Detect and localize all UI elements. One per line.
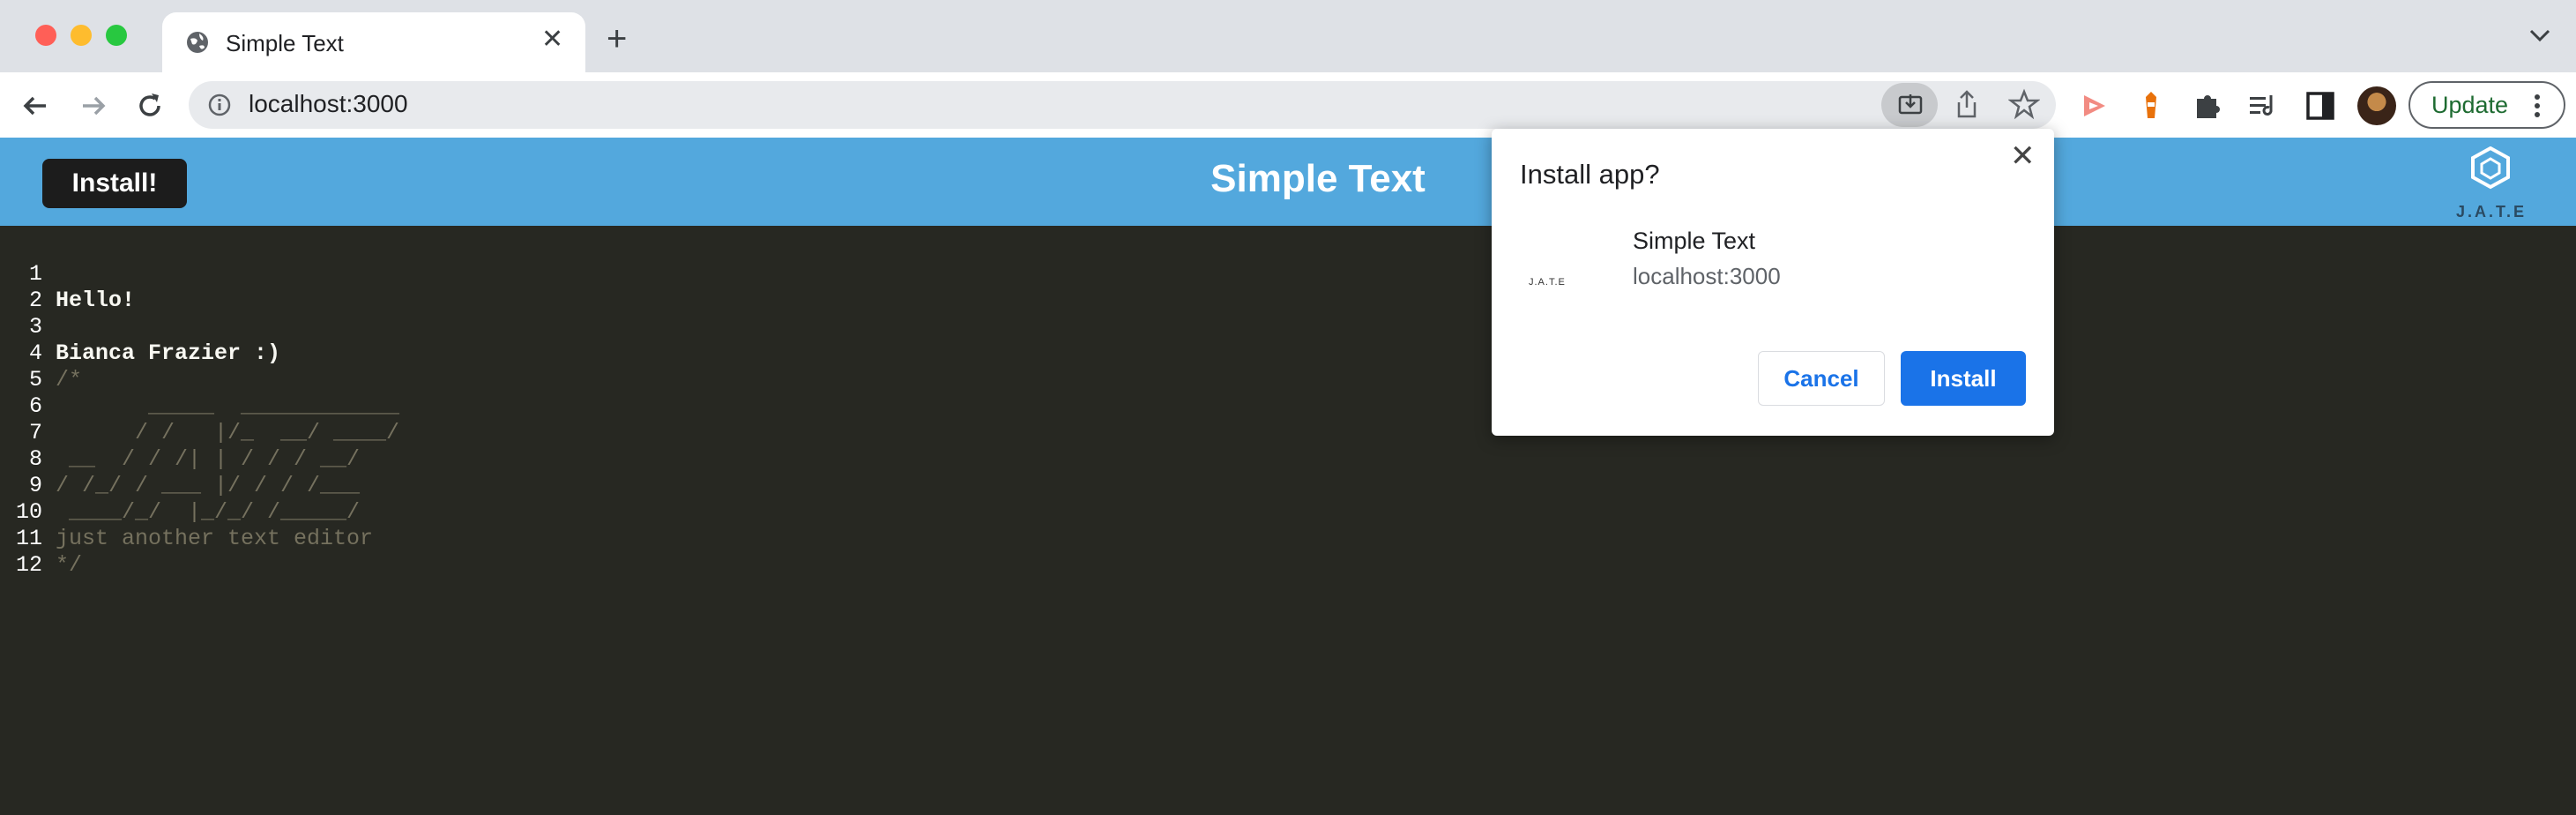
extension-play-icon[interactable] <box>2077 88 2112 123</box>
line-text[interactable]: ____/_/ |_/_/ /_____/ <box>56 499 360 526</box>
editor-line: 6 / / |/_ __/ ____/ <box>0 367 399 445</box>
cancel-button[interactable]: Cancel <box>1758 351 1885 406</box>
line-text[interactable]: Bianca Frazier :) <box>56 340 280 367</box>
line-number: 12 <box>15 552 42 578</box>
url-text[interactable]: localhost:3000 <box>249 90 408 118</box>
browser-tab[interactable]: Simple Text ✕ <box>162 12 585 74</box>
editor-line: 8 / /_/ / ___ |/ / / /___ <box>0 420 360 498</box>
back-arrow-icon[interactable] <box>18 88 53 123</box>
tab-title: Simple Text <box>226 30 344 56</box>
install-app-omnibox-button[interactable] <box>1881 83 1938 127</box>
line-text[interactable]: /* <box>56 367 82 393</box>
window-maximize-button[interactable] <box>106 25 127 46</box>
install-app-dialog: Install app? ✕ J.A.T.E Simple Text local… <box>1492 129 2054 436</box>
line-text[interactable]: _____ ____________ <box>56 393 399 420</box>
extension-lighthouse-icon[interactable] <box>2133 88 2169 123</box>
line-text[interactable]: just another text editor <box>56 526 373 552</box>
editor-line: 5 _____ ____________ <box>0 340 399 419</box>
window-minimize-button[interactable] <box>71 25 92 46</box>
editor-line: 4 /* <box>0 314 82 393</box>
address-bar[interactable] <box>189 81 2056 129</box>
site-info-icon[interactable] <box>206 92 233 118</box>
globe-icon <box>187 32 208 53</box>
editor-line: 10 just another text editor <box>0 473 373 551</box>
editor-line: 7 __ / / /| | / / / __/ <box>0 393 360 472</box>
bookmark-star-icon[interactable] <box>2008 88 2040 120</box>
new-tab-icon[interactable]: + <box>607 21 627 56</box>
share-icon[interactable] <box>1954 88 1980 120</box>
editor-line: 11 */ <box>0 499 82 578</box>
update-button[interactable]: Update <box>2408 81 2565 129</box>
editor-line: 2 <box>0 261 53 313</box>
forward-arrow-icon[interactable] <box>76 88 111 123</box>
page-title: Simple Text <box>1210 157 1426 200</box>
tab-close-icon[interactable]: ✕ <box>541 26 563 53</box>
media-queue-icon[interactable] <box>2246 88 2282 123</box>
dialog-app-origin: localhost:3000 <box>1633 263 1781 289</box>
install-app-icon <box>1898 94 1923 115</box>
line-text[interactable]: / / |/_ __/ ____/ <box>56 420 399 446</box>
logo-text: J.A.T.E <box>2456 203 2528 221</box>
app-icon: J.A.T.E <box>1529 277 1566 288</box>
update-button-label: Update <box>2431 92 2509 118</box>
editor-line: 9 ____/_/ |_/_/ /_____/ <box>0 446 360 525</box>
jate-logo-icon <box>2471 146 2510 190</box>
profile-avatar[interactable] <box>2357 86 2396 125</box>
line-text[interactable]: / /_/ / ___ |/ / / /___ <box>56 473 360 499</box>
editor-line: 1 Hello! <box>0 235 135 313</box>
dialog-title: Install app? <box>1520 159 1660 190</box>
dialog-install-button[interactable]: Install <box>1901 351 2026 406</box>
close-icon[interactable]: ✕ <box>2010 141 2036 171</box>
extensions-puzzle-icon[interactable] <box>2190 88 2225 123</box>
chevron-down-icon[interactable] <box>2528 26 2551 44</box>
jate-logo: J.A.T.E <box>2442 146 2539 221</box>
more-vert-icon <box>2535 94 2540 117</box>
line-text[interactable]: */ <box>56 552 82 579</box>
editor-line: 3 Bianca Frazier :) <box>0 288 280 366</box>
side-panel-icon[interactable] <box>2303 88 2338 123</box>
reload-icon[interactable] <box>132 88 168 123</box>
line-text[interactable]: __ / / /| | / / / __/ <box>56 446 360 473</box>
editor-line: 12 <box>0 526 53 578</box>
line-text[interactable]: Hello! <box>56 288 135 314</box>
window-close-button[interactable] <box>35 25 56 46</box>
code-editor[interactable]: 1 Hello! 2 3 Bianca Frazier :) 4 /* 5 __… <box>0 231 2576 815</box>
dialog-app-name: Simple Text <box>1633 228 1756 254</box>
